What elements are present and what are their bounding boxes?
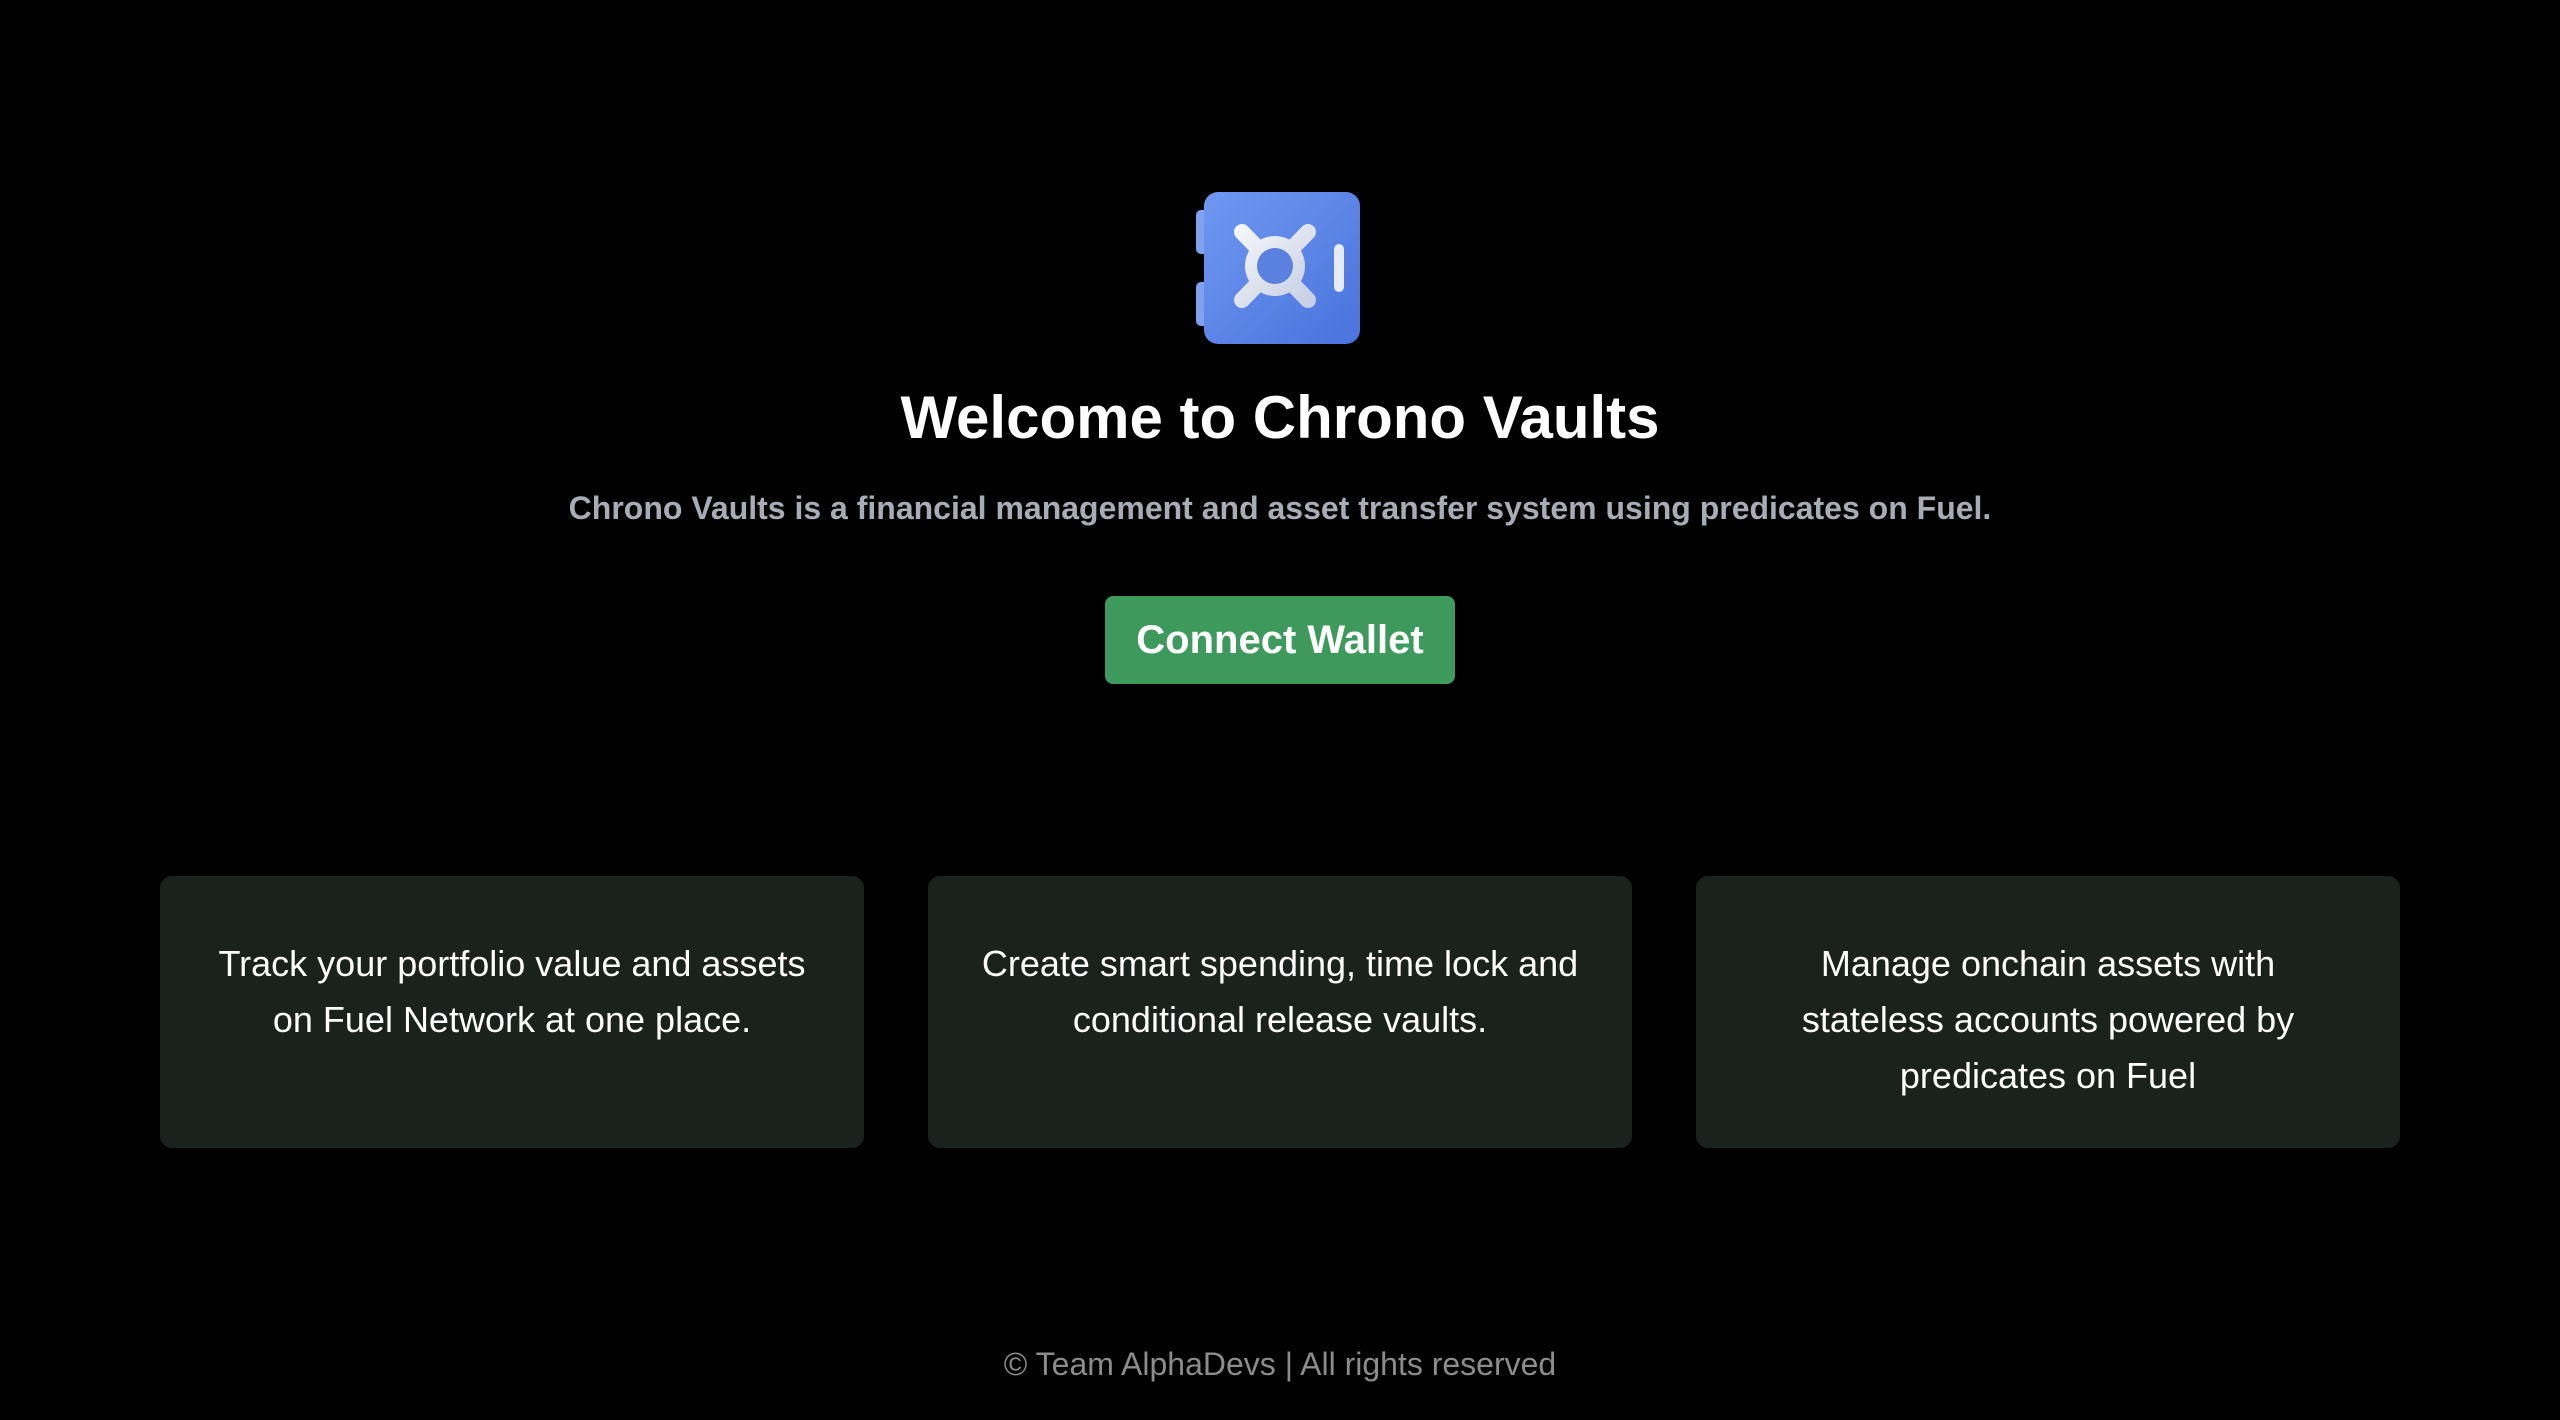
feature-card-text: Manage onchain assets with stateless acc… [1801,943,2295,1096]
feature-card-vaults: Create smart spending, time lock and con… [928,876,1632,1148]
connect-wallet-button[interactable]: Connect Wallet [1105,596,1455,684]
feature-card-portfolio: Track your portfolio value and assets on… [160,876,864,1148]
landing-page: Welcome to Chrono Vaults Chrono Vaults i… [0,0,2560,1420]
feature-card-text: Create smart spending, time lock and con… [981,943,1579,1040]
vault-safe-icon [1196,190,1364,346]
page-title: Welcome to Chrono Vaults [900,384,1660,451]
page-subtitle: Chrono Vaults is a financial management … [568,490,1992,526]
feature-card-text: Track your portfolio value and assets on… [218,943,806,1040]
footer-copyright: © Team AlphaDevs | All rights reserved [1003,1346,1557,1382]
feature-card-predicates: Manage onchain assets with stateless acc… [1696,876,2400,1148]
